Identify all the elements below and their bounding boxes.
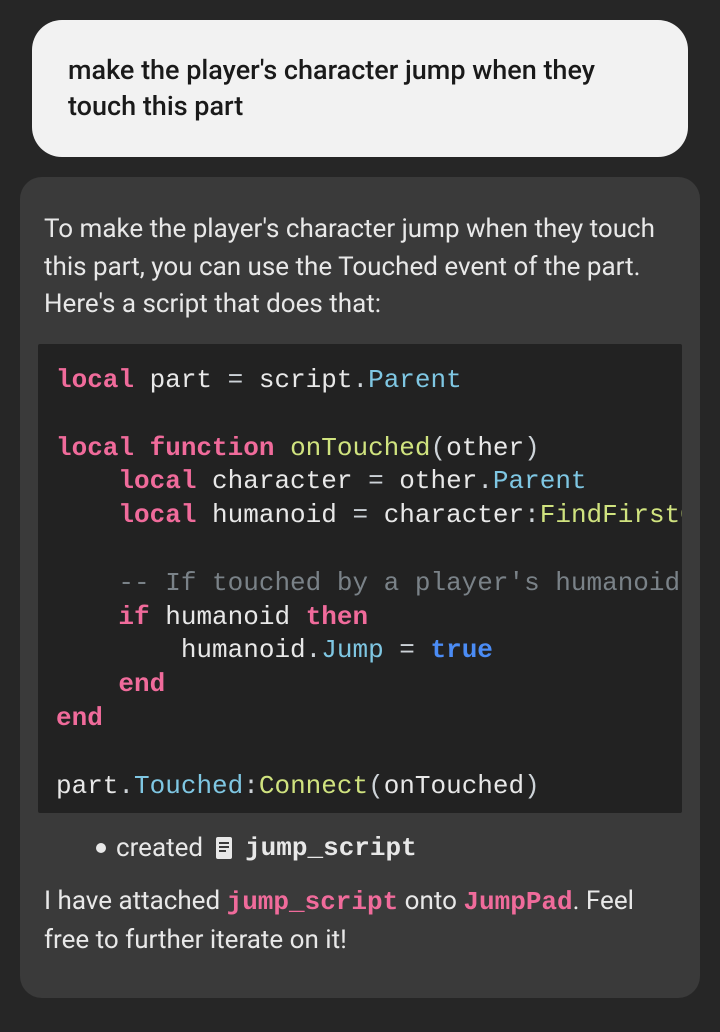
code-token: :: [524, 500, 540, 530]
code-token: Jump: [321, 635, 383, 665]
user-message-bubble[interactable]: make the player's character jump when th…: [32, 20, 688, 157]
code-token: =: [352, 466, 399, 496]
code-token: Touched: [134, 771, 243, 801]
assistant-outro-text: I have attached jump_script onto JumpPad…: [38, 883, 682, 959]
code-token: Parent: [368, 365, 462, 395]
assistant-message-bubble: To make the player's character jump when…: [20, 177, 700, 998]
code-token: [56, 466, 118, 496]
code-token: -- If touched by a player's humanoid, ma…: [118, 568, 682, 598]
code-token: =: [337, 500, 384, 530]
code-token: .: [352, 365, 368, 395]
code-token: character: [212, 466, 352, 496]
code-token: [56, 602, 118, 632]
code-token: .: [118, 771, 134, 801]
code-token: =: [384, 635, 431, 665]
script-reference[interactable]: jump_script: [227, 887, 399, 917]
code-token: local: [118, 500, 196, 530]
object-reference[interactable]: JumpPad: [463, 887, 572, 917]
code-content: local part = script.Parent local functio…: [38, 364, 682, 803]
code-token: Parent: [493, 466, 587, 496]
code-token: humanoid: [181, 635, 306, 665]
code-token: function: [150, 433, 275, 463]
code-block[interactable]: local part = script.Parent local functio…: [38, 344, 682, 813]
code-token: end: [118, 669, 165, 699]
code-token: Connect: [259, 771, 368, 801]
code-token: .: [306, 635, 322, 665]
code-token: .: [477, 466, 493, 496]
code-token: other: [446, 433, 524, 463]
code-token: FindFirstChildWhichIsA: [540, 500, 682, 530]
outro-part: onto: [398, 886, 463, 916]
code-token: ): [524, 771, 540, 801]
code-token: script: [259, 365, 353, 395]
code-token: part: [56, 771, 118, 801]
code-token: local: [56, 433, 134, 463]
bullet-icon: [96, 843, 106, 853]
created-script-name[interactable]: jump_script: [245, 833, 417, 863]
code-token: end: [56, 703, 103, 733]
outro-part: I have attached: [44, 886, 227, 916]
code-token: (: [368, 771, 384, 801]
code-token: character: [384, 500, 524, 530]
code-token: onTouched: [290, 433, 430, 463]
created-indicator: created jump_script: [38, 833, 682, 863]
code-token: [56, 568, 118, 598]
code-token: local: [118, 466, 196, 496]
code-token: [56, 635, 181, 665]
code-token: local: [56, 365, 134, 395]
code-token: other: [399, 466, 477, 496]
code-token: onTouched: [384, 771, 524, 801]
code-token: true: [431, 635, 493, 665]
code-token: (: [431, 433, 447, 463]
code-token: humanoid: [165, 602, 290, 632]
user-message-text: make the player's character jump when th…: [68, 54, 595, 122]
assistant-intro-text: To make the player's character jump when…: [38, 211, 682, 324]
code-token: humanoid: [212, 500, 337, 530]
code-token: part: [150, 365, 212, 395]
chat-container: make the player's character jump when th…: [0, 0, 720, 998]
script-icon: [213, 835, 235, 861]
code-token: ): [524, 433, 540, 463]
code-token: =: [212, 365, 259, 395]
code-token: :: [243, 771, 259, 801]
code-token: if: [118, 602, 149, 632]
created-label: created: [116, 833, 203, 863]
code-token: [56, 669, 118, 699]
code-token: [56, 500, 118, 530]
code-token: then: [306, 602, 368, 632]
